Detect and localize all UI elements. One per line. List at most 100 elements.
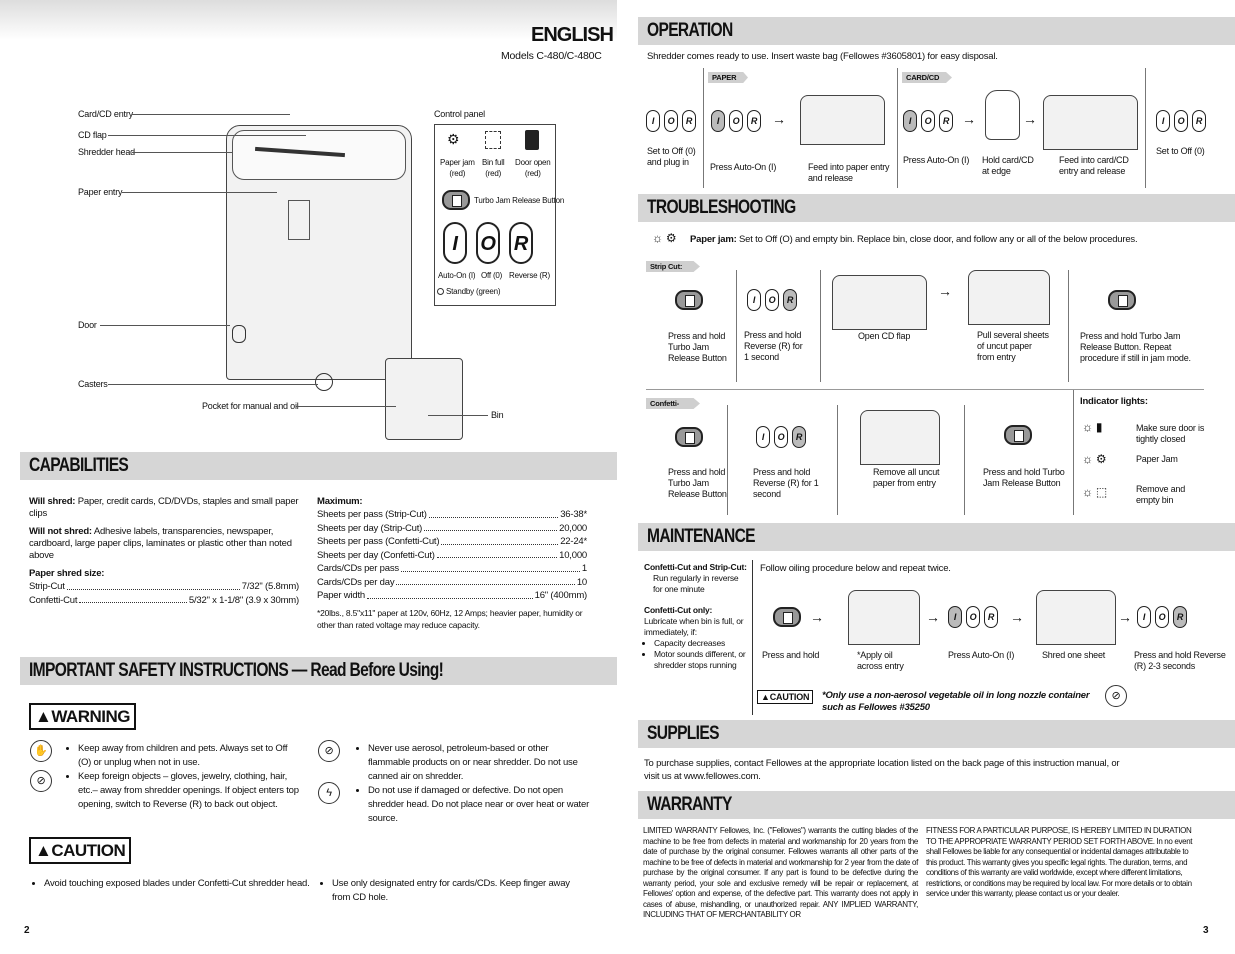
label-bin: Bin: [491, 410, 504, 420]
turbo-jam-button-icon: [773, 607, 801, 627]
label-paper-jam: Paper jam (red): [440, 158, 475, 178]
ior-buttons: IOR: [756, 426, 806, 448]
auto-on-button: I: [948, 606, 962, 628]
warranty-col-2: FITNESS FOR A PARTICULAR PURPOSE, IS HER…: [926, 826, 1193, 898]
label-pocket: Pocket for manual and oil: [202, 401, 299, 411]
spec-row: Strip-Cut 7/32" (5.8mm): [29, 580, 299, 594]
spec-value: 20,000: [559, 522, 587, 534]
paper-jam-indicator-icon: ☼ ⚙: [1082, 452, 1107, 466]
divider: [897, 68, 898, 188]
warning-badge: ▲WARNING: [29, 703, 136, 730]
shredder-feed-cd-illustration: [1043, 95, 1138, 150]
supplies-header: SUPPLIES: [638, 720, 1235, 748]
maintenance-sidebar: Confetti-Cut and Strip-Cut: Run regularl…: [644, 562, 749, 671]
spec-name: Sheets per day (Strip-Cut): [317, 522, 423, 534]
label-auto-on: Auto-On (I): [438, 271, 476, 280]
arrow-icon: →: [938, 283, 952, 299]
divider: [1073, 390, 1074, 515]
step-caption: Feed into card/CD entry and release: [1059, 155, 1129, 176]
indicator-caption: Paper Jam: [1136, 454, 1178, 464]
strip-step-caption: Pull several sheets of uncut paper from …: [977, 330, 1049, 362]
off-button: O: [966, 606, 980, 628]
turbo-jam-button-icon: [675, 290, 703, 310]
step-caption: Feed into paper entry and release: [808, 162, 890, 183]
reverse-button: R: [984, 606, 998, 628]
confetti-step-caption: Press and hold Turbo Jam Release Button: [983, 467, 1065, 488]
off-button: O: [1155, 606, 1169, 628]
maintenance-step-caption: Press and hold Reverse (R) 2-3 seconds: [1134, 650, 1226, 671]
arrow-icon: →: [1010, 609, 1024, 625]
label-turbo-jam: Turbo Jam Release Button: [474, 196, 565, 205]
paper-tag: PAPER: [708, 72, 748, 83]
confetti-step-caption: Remove all uncut paper from entry: [873, 467, 940, 488]
shred-size-list: Strip-Cut 7/32" (5.8mm) Confetti-Cut 5/32" …: [29, 580, 299, 607]
dot-leader: [400, 562, 580, 572]
ior-buttons: IOR: [747, 289, 797, 311]
ior-buttons: IOR: [1137, 606, 1187, 628]
open-cd-flap-illustration: [832, 275, 927, 330]
divider: [1145, 68, 1146, 188]
paper-jam-icon: ⚙: [447, 131, 460, 147]
label-door-open: Door open (red): [515, 158, 551, 178]
reverse-button: R: [509, 222, 533, 264]
spec-name: Strip-Cut: [29, 581, 65, 592]
step-caption: Hold card/CD at edge: [982, 155, 1034, 176]
troubleshooting-header: TROUBLESHOOTING: [638, 194, 1235, 222]
auto-on-button: I: [1137, 606, 1151, 628]
leader-line: [100, 325, 230, 326]
standby-light-icon: [437, 288, 444, 295]
dot-leader: [366, 589, 533, 599]
divider: [1068, 270, 1069, 382]
auto-on-button: I: [1156, 110, 1170, 132]
auto-on-button: I: [747, 289, 761, 311]
auto-on-button: I: [646, 110, 660, 132]
caution-item: Use only designated entry for cards/CDs.…: [332, 877, 590, 905]
capabilities-header: CAPABILITIES: [20, 452, 617, 480]
off-button: O: [664, 110, 678, 132]
page-number-right: 3: [1203, 925, 1209, 936]
spec-name: Sheets per pass (Confetti-Cut): [317, 536, 440, 547]
reverse-button: R: [783, 289, 797, 311]
warning-item: Keep away from children and pets. Always…: [78, 742, 301, 770]
label-door: Door: [78, 320, 97, 330]
leader-line: [108, 135, 306, 136]
dot-leader: [79, 594, 187, 603]
maintenance-bullet: Capacity decreases: [654, 638, 749, 649]
divider: [964, 405, 965, 515]
divider: [736, 270, 737, 382]
off-button: O: [729, 110, 743, 132]
spec-name: Cards/CDs per day: [317, 576, 395, 588]
step-caption: Set to Off (0) and plug in: [647, 146, 696, 167]
apply-oil-illustration: [848, 590, 920, 645]
leader-line: [132, 114, 290, 115]
auto-on-button: I: [756, 426, 770, 448]
reverse-button: R: [939, 110, 953, 132]
dot-leader: [424, 522, 558, 531]
spec-value: 36-38*: [560, 509, 587, 520]
will-shred: Will shred: Paper, credit cards, CD/DVDs…: [29, 496, 299, 519]
both-cuts-text: Run regularly in reverse for one minute: [653, 573, 739, 594]
divider: [820, 270, 821, 382]
label-cd-flap: CD flap: [78, 130, 107, 140]
confetti-only-text: Lubricate when bin is full, or immediate…: [644, 616, 744, 637]
caution-item: Avoid touching exposed blades under Conf…: [44, 877, 310, 891]
spec-value: 1: [581, 563, 587, 574]
divider: [703, 68, 704, 188]
divider: [727, 405, 728, 515]
confetti-cut-tag: Confetti-Cut:: [646, 398, 700, 409]
step-caption: Set to Off (0): [1156, 146, 1205, 156]
safety-header: IMPORTANT SAFETY INSTRUCTIONS — Read Bef…: [20, 657, 617, 685]
maintenance-step-caption: *Apply oil across entry: [857, 650, 904, 671]
reverse-button: R: [1173, 606, 1187, 628]
spec-value: 22-24*: [560, 536, 587, 547]
label-standby: Standby (green): [446, 287, 501, 296]
label-bin-full: Bin full (red): [482, 158, 505, 178]
spec-name: Sheets per day (Confetti-Cut): [317, 549, 435, 561]
hand-holding-cd-illustration: [985, 90, 1020, 140]
leader-line: [428, 415, 488, 416]
turbo-jam-button-icon: [675, 427, 703, 447]
strip-step-caption: Open CD flap: [858, 331, 911, 341]
step-caption: Press Auto-On (I): [903, 155, 970, 165]
leader-line: [108, 384, 318, 385]
dot-leader: [436, 549, 558, 558]
